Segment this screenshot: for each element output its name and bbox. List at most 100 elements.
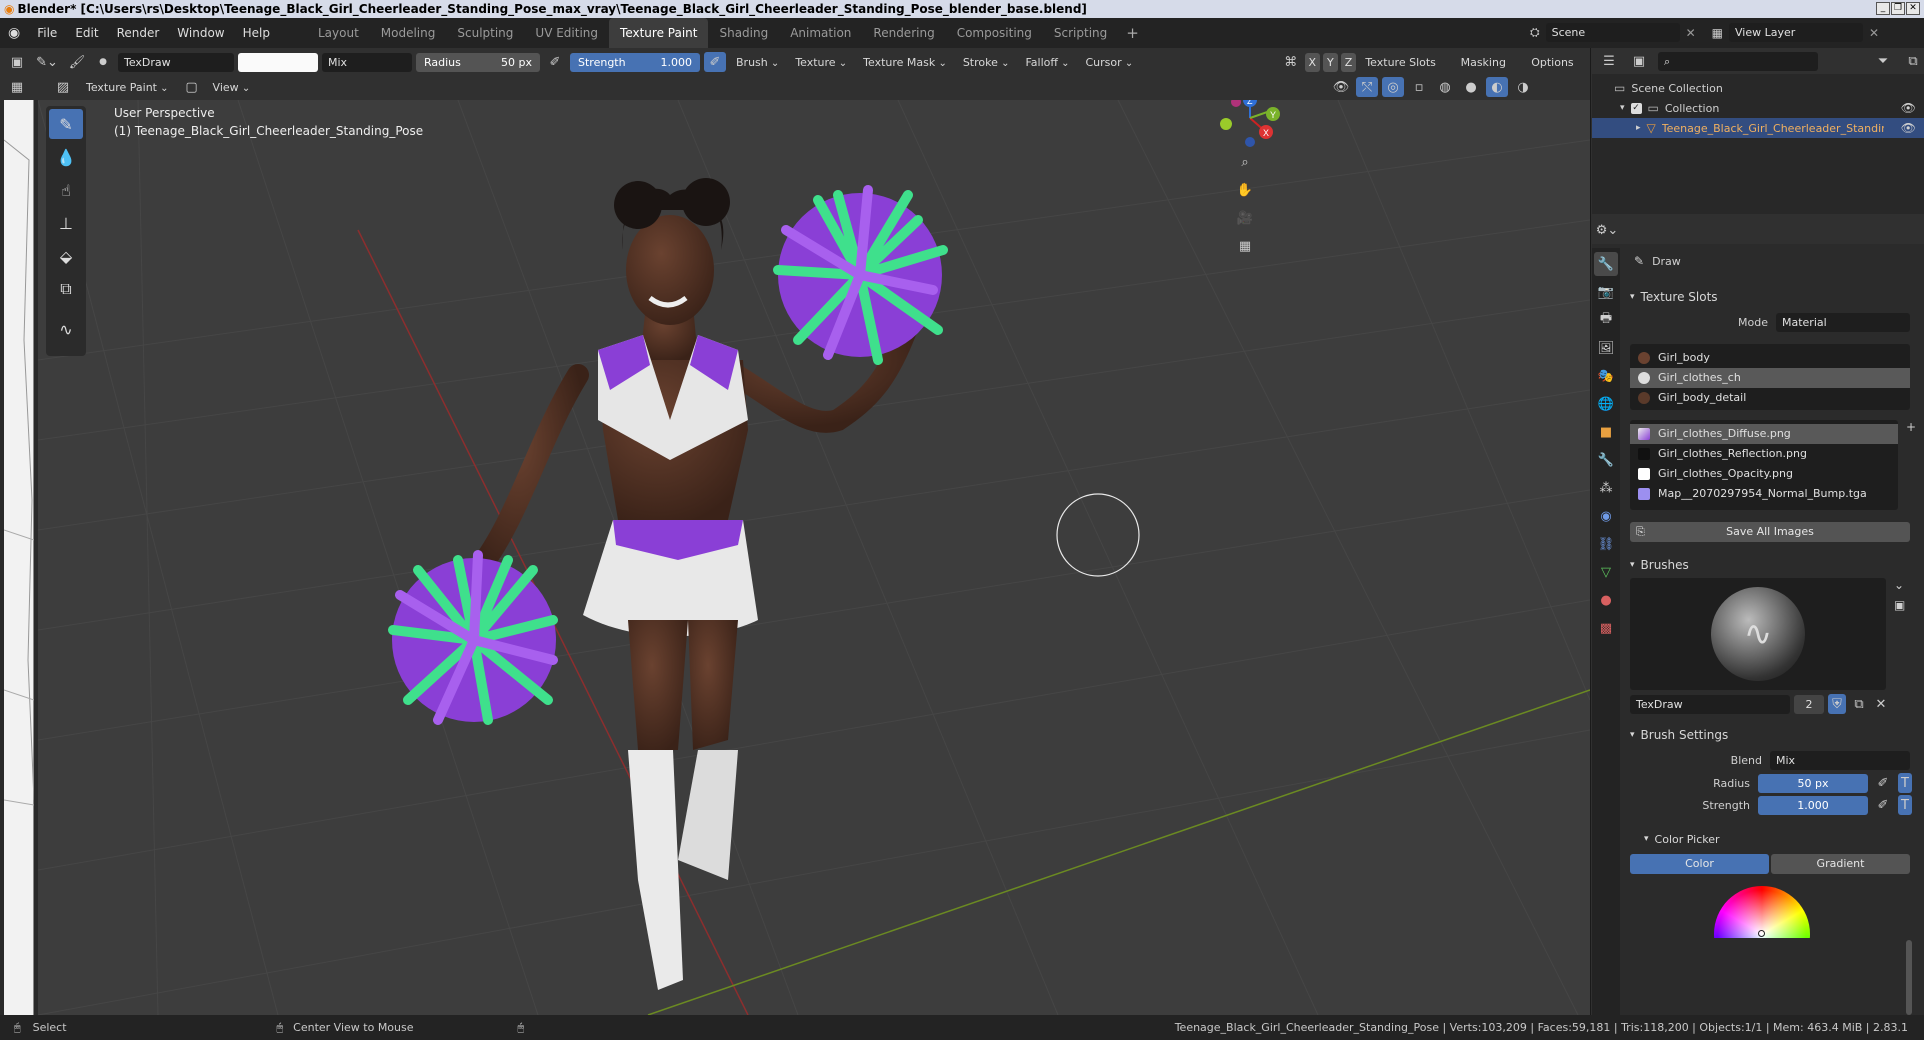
list-item[interactable]: Girl_clothes_Diffuse.png <box>1630 424 1898 444</box>
strength-slider[interactable]: 1.000 <box>1758 795 1868 815</box>
editor-type-icon[interactable]: ▣ <box>6 52 28 72</box>
texture-tab-icon[interactable]: ▩ <box>1594 616 1618 640</box>
brush-dropdown[interactable]: Brush <box>730 53 785 72</box>
texture-paint-mode-icon[interactable]: ▨ <box>52 77 74 97</box>
texture-slots-dropdown[interactable]: Texture Slots <box>1359 53 1451 72</box>
new-collection-icon[interactable]: ⧉ <box>1902 51 1924 71</box>
blend-dropdown[interactable]: Mix <box>1770 750 1910 770</box>
strength-unit-icon[interactable]: T <box>1898 795 1912 815</box>
overlay-toggle-icon[interactable]: ◎ <box>1382 77 1404 97</box>
radius-unit-icon[interactable]: T <box>1898 773 1912 793</box>
maximize-button[interactable]: ❐ <box>1891 2 1905 15</box>
solid-shading-icon[interactable]: ● <box>1460 77 1482 97</box>
texture-dropdown[interactable]: Texture <box>789 53 853 72</box>
filter-icon[interactable]: ⏷ <box>1872 51 1894 71</box>
tab-animation[interactable]: Animation <box>779 18 862 48</box>
tab-modeling[interactable]: Modeling <box>370 18 447 48</box>
radius-slider[interactable]: 50 px <box>1758 773 1868 793</box>
add-slot-icon[interactable]: + <box>1906 420 1916 434</box>
list-item[interactable]: Map__2070297954_Normal_Bump.tga <box>1630 484 1898 504</box>
menu-help[interactable]: Help <box>234 18 279 48</box>
radius-pressure-icon[interactable]: ✐ <box>544 52 566 72</box>
expand-object-icon[interactable]: ▸ <box>1636 123 1641 133</box>
tab-texture-paint[interactable]: Texture Paint <box>609 18 709 48</box>
soften-tool-icon[interactable]: 💧 <box>49 142 83 172</box>
list-item[interactable]: Girl_clothes_ch <box>1630 368 1910 388</box>
tool-icon[interactable]: ✎⌄ <box>32 52 62 72</box>
duplicate-brush-icon[interactable]: ⧉ <box>1850 694 1868 714</box>
object-visibility-icon[interactable]: 👁 <box>1901 121 1916 135</box>
modifier-tab-icon[interactable]: 🔧 <box>1594 448 1618 472</box>
symmetry-icon[interactable]: ⌘ <box>1280 52 1302 72</box>
constraints-tab-icon[interactable]: ⛓ <box>1594 532 1618 556</box>
color-wheel[interactable] <box>1714 886 1810 938</box>
properties-editor-icon[interactable]: ⚙⌄ <box>1596 220 1619 240</box>
axis-z-toggle[interactable]: Z <box>1340 52 1357 72</box>
render-tab-icon[interactable]: 📷 <box>1594 280 1618 304</box>
tab-rendering[interactable]: Rendering <box>862 18 945 48</box>
navigation-gizmo[interactable] <box>1220 100 1280 147</box>
collection-visibility-icon[interactable]: 👁 <box>1901 101 1916 115</box>
particles-tab-icon[interactable]: ⁂ <box>1594 476 1618 500</box>
menu-edit[interactable]: Edit <box>66 18 107 48</box>
color-picker-header[interactable]: ▾ Color Picker <box>1624 826 1918 852</box>
color-tab[interactable]: Color <box>1630 854 1769 874</box>
view-layer-tab-icon[interactable]: 🖼 <box>1594 336 1618 360</box>
axis-x-toggle[interactable]: X <box>1304 52 1321 72</box>
object-label[interactable]: Teenage_Black_Girl_Cheerleader_Standing_… <box>1662 122 1884 135</box>
outliner-search-input[interactable]: ⌕ <box>1658 51 1818 71</box>
view-menu[interactable]: View <box>209 78 257 97</box>
output-tab-icon[interactable]: 🖶 <box>1594 308 1618 332</box>
list-item[interactable]: Girl_body_detail <box>1630 388 1910 408</box>
save-all-images-button[interactable]: ⎘ Save All Images <box>1630 522 1910 542</box>
unlink-brush-icon[interactable]: ✕ <box>1872 694 1890 714</box>
blend-dropdown[interactable]: Mix <box>322 52 412 72</box>
tool-tab-icon[interactable]: 🔧 <box>1594 252 1618 276</box>
close-button[interactable]: ✕ <box>1906 2 1920 15</box>
physics-tab-icon[interactable]: ◉ <box>1594 504 1618 528</box>
pom-pom-right[interactable] <box>773 185 948 365</box>
rendered-shading-icon[interactable]: ◑ <box>1512 77 1534 97</box>
mask-tool-icon[interactable]: ⧉ <box>49 274 83 304</box>
add-workspace-icon[interactable]: + <box>1118 24 1147 42</box>
mask-toggle-icon[interactable]: ▢ <box>181 77 203 97</box>
tab-uv-editing[interactable]: UV Editing <box>524 18 609 48</box>
texture-mask-dropdown[interactable]: Texture Mask <box>857 53 953 72</box>
cursor-dropdown[interactable]: Cursor <box>1080 53 1140 72</box>
scene-icon[interactable]: ⛭ <box>1530 25 1540 40</box>
mode-dropdown[interactable]: Texture Paint <box>80 78 175 97</box>
falloff-dropdown[interactable]: Falloff <box>1019 53 1075 72</box>
close-view-layer-icon[interactable]: ✕ <box>1869 26 1879 40</box>
xray-icon[interactable]: ▫ <box>1408 77 1430 97</box>
draw-tool-icon[interactable]: ✎ <box>49 109 83 139</box>
texture-slots-header[interactable]: ▾ Texture Slots <box>1624 284 1918 310</box>
brush-icon[interactable]: 🖌 <box>66 52 88 72</box>
list-item[interactable]: Girl_clothes_Opacity.png <box>1630 464 1898 484</box>
fake-user-shield-icon[interactable]: ⛨ <box>1828 694 1846 714</box>
axis-y-toggle[interactable]: Y <box>1323 52 1338 72</box>
data-tab-icon[interactable]: ▽ <box>1594 560 1618 584</box>
object-tab-icon[interactable]: ■ <box>1594 420 1618 444</box>
strength-slider[interactable]: Strength 1.000 <box>570 52 700 72</box>
gradient-tab[interactable]: Gradient <box>1771 854 1910 874</box>
pan-hand-icon[interactable]: ✋ <box>1234 180 1256 200</box>
expand-collection-icon[interactable]: ▾ <box>1620 103 1625 113</box>
fill-tool-icon[interactable]: ⬙ <box>49 241 83 271</box>
collection-label[interactable]: Collection <box>1665 102 1719 115</box>
camera-icon[interactable]: 🎥 <box>1234 208 1256 228</box>
list-item[interactable]: Girl_clothes_Reflection.png <box>1630 444 1898 464</box>
brushes-header[interactable]: ▾ Brushes <box>1624 552 1918 578</box>
wireframe-shading-icon[interactable]: ◍ <box>1434 77 1456 97</box>
tab-shading[interactable]: Shading <box>708 18 779 48</box>
masking-dropdown[interactable]: Masking <box>1455 53 1523 72</box>
brush-preview[interactable]: ∿ <box>1630 578 1886 690</box>
material-shading-icon[interactable]: ◐ <box>1486 77 1508 97</box>
menu-file[interactable]: File <box>28 18 66 48</box>
world-tab-icon[interactable]: 🌐 <box>1594 392 1618 416</box>
visibility-icon[interactable]: 👁 <box>1330 77 1352 97</box>
tab-compositing[interactable]: Compositing <box>946 18 1043 48</box>
annotate-tool-icon[interactable]: ∿ <box>49 314 83 344</box>
menu-window[interactable]: Window <box>168 18 233 48</box>
view-layer-icon[interactable]: ▦ <box>1712 26 1723 40</box>
grid-icon[interactable]: ▦ <box>6 77 28 97</box>
